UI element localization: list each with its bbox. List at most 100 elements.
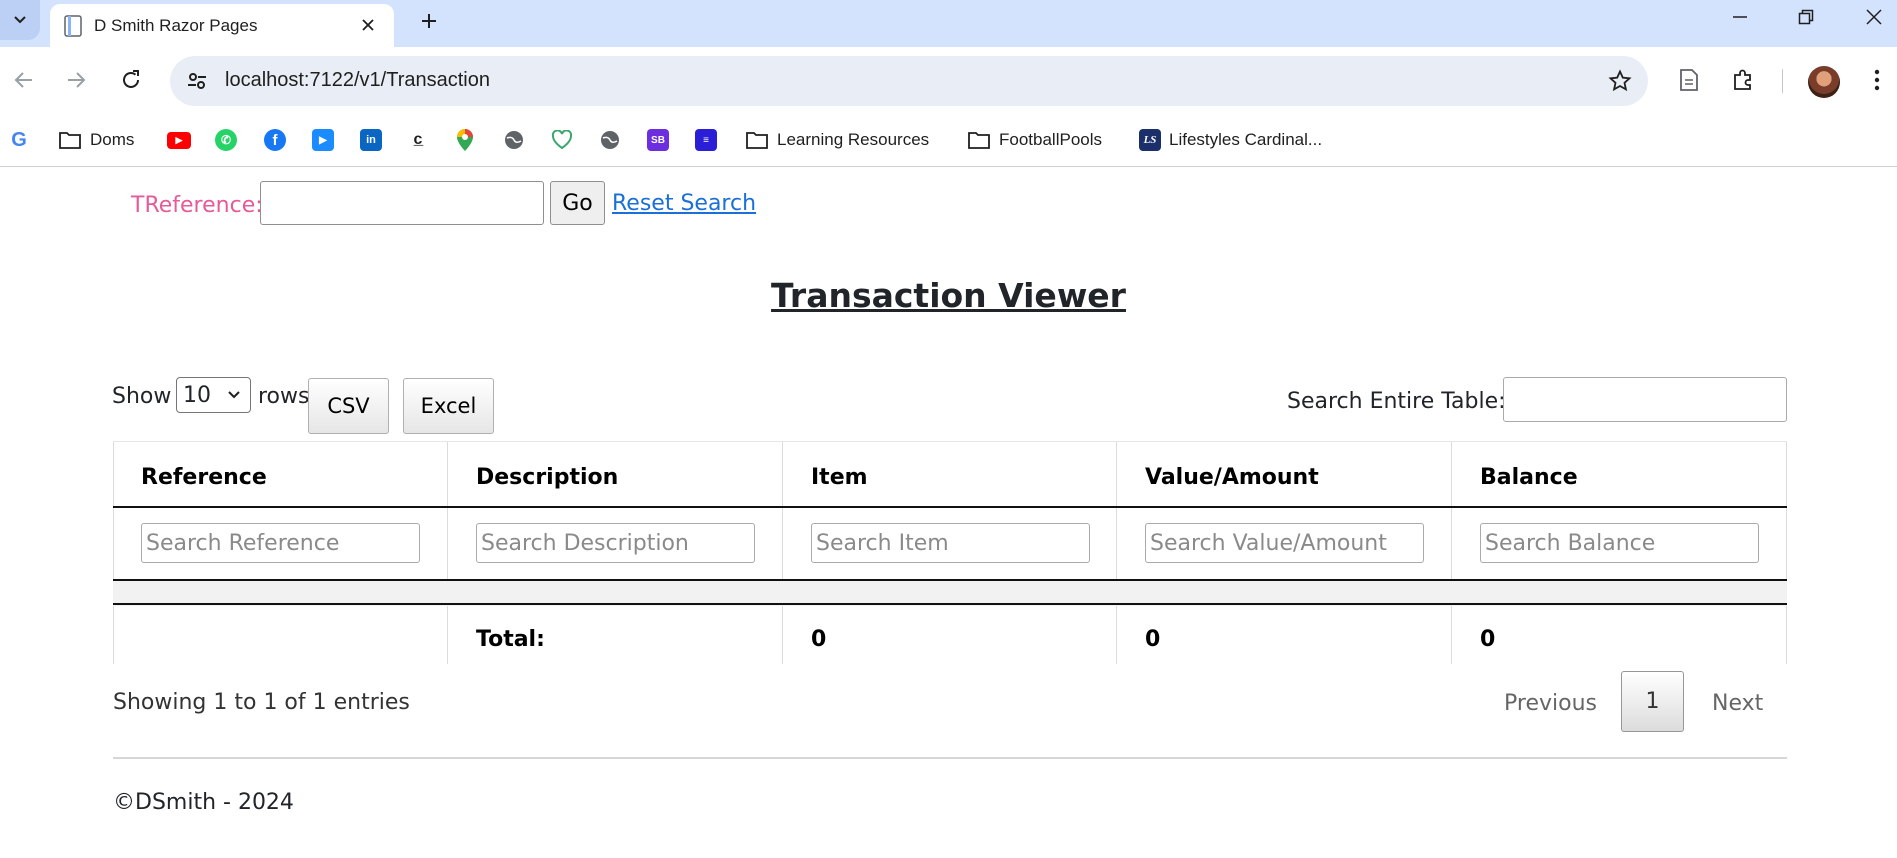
bookmark-heart[interactable] (551, 125, 573, 155)
search-item-input[interactable]: Search Item (811, 523, 1090, 563)
page-icon (64, 14, 82, 37)
column-header-description[interactable]: Description (476, 465, 618, 490)
globe-icon (505, 131, 523, 149)
column-divider (447, 441, 448, 664)
close-icon (1866, 9, 1882, 25)
table-info: Showing 1 to 1 of 1 entries (113, 690, 410, 715)
bookmark-sb[interactable]: SB (647, 125, 669, 155)
search-value-amount-input[interactable]: Search Value/Amount (1145, 523, 1424, 563)
minimize-button[interactable] (1710, 0, 1770, 34)
reading-mode-button[interactable] (1672, 63, 1706, 97)
bookmark-learning-resources[interactable]: Learning Resources (745, 125, 929, 155)
bookmark-google[interactable]: G (8, 125, 30, 155)
bookmark-doms[interactable]: Doms (58, 125, 134, 155)
new-tab-button[interactable] (414, 6, 444, 36)
browser-tab[interactable]: D Smith Razor Pages (50, 4, 394, 47)
header-bottom-border (113, 506, 1787, 508)
total-label: Total: (476, 627, 545, 652)
total-item: 0 (811, 627, 827, 652)
back-button[interactable] (6, 62, 42, 98)
maps-icon (457, 129, 473, 151)
rows-label: rows (258, 384, 310, 409)
column-header-balance[interactable]: Balance (1480, 465, 1578, 490)
bookmark-lifestyles-cardinal[interactable]: LS Lifestyles Cardinal... (1139, 125, 1322, 155)
tune-icon (188, 73, 206, 89)
document-icon (1680, 69, 1698, 91)
bookmark-globe[interactable] (503, 125, 525, 155)
star-icon (1608, 69, 1632, 92)
forward-button[interactable] (58, 62, 94, 98)
sb-icon: SB (647, 129, 669, 151)
page-1-button[interactable]: 1 (1621, 671, 1684, 732)
bookmark-play[interactable]: ▶ (312, 125, 334, 155)
browser-tabstrip: D Smith Razor Pages (0, 0, 1897, 47)
bookmark-footballpools[interactable]: FootballPools (967, 125, 1102, 155)
restore-icon (1798, 9, 1814, 25)
browser-toolbar: localhost:7122/v1/Transaction (0, 47, 1897, 115)
plus-icon (422, 14, 436, 28)
column-divider (1786, 441, 1787, 664)
treference-input[interactable] (260, 181, 544, 225)
minimize-icon (1733, 16, 1747, 18)
reload-button[interactable] (113, 62, 149, 98)
page-title: Transaction Viewer (771, 276, 1126, 315)
whatsapp-icon: ✆ (215, 129, 237, 151)
grid-icon: ≡ (695, 129, 717, 151)
tab-title: D Smith Razor Pages (94, 15, 258, 35)
row-border (113, 579, 1787, 581)
profile-avatar[interactable] (1808, 66, 1840, 98)
excel-button[interactable]: Excel (403, 378, 494, 434)
search-balance-input[interactable]: Search Balance (1480, 523, 1759, 563)
total-value-amount: 0 (1145, 627, 1161, 652)
column-header-reference[interactable]: Reference (141, 465, 267, 490)
bookmark-label: Doms (90, 130, 135, 149)
close-window-button[interactable] (1844, 0, 1897, 34)
bookmark-globe-2[interactable] (599, 125, 621, 155)
tab-close-button[interactable] (358, 15, 378, 35)
linkedin-icon: in (360, 129, 382, 151)
puzzle-icon (1734, 69, 1751, 90)
search-description-input[interactable]: Search Description (476, 523, 755, 563)
play-icon: ▶ (312, 129, 334, 151)
rows-per-page-select[interactable]: 10 (176, 377, 251, 413)
bookmark-codepen[interactable]: c̲ (407, 125, 429, 155)
search-table-label: Search Entire Table: (1287, 389, 1506, 414)
footer-divider (113, 757, 1787, 759)
bookmark-facebook[interactable]: f (264, 125, 286, 155)
restore-button[interactable] (1776, 0, 1836, 34)
search-reference-input[interactable]: Search Reference (141, 523, 420, 563)
column-header-item[interactable]: Item (811, 465, 868, 490)
table-top-border (113, 441, 1787, 442)
csv-button[interactable]: CSV (308, 378, 389, 434)
search-table-input[interactable] (1503, 377, 1787, 422)
menu-button[interactable] (1860, 63, 1894, 97)
next-page-button[interactable]: Next (1712, 691, 1763, 716)
url-text: localhost:7122/v1/Transaction (225, 69, 490, 91)
bookmark-whatsapp[interactable]: ✆ (215, 125, 237, 155)
chevron-down-icon (228, 391, 240, 399)
bookmark-star-button[interactable] (1606, 67, 1634, 95)
address-bar[interactable]: localhost:7122/v1/Transaction (170, 56, 1648, 106)
heart-icon (551, 130, 573, 150)
reset-search-link[interactable]: Reset Search (612, 191, 756, 216)
folder-icon (968, 132, 990, 149)
arrow-right-icon (68, 72, 86, 88)
chevron-down-icon (14, 16, 26, 24)
total-balance: 0 (1480, 627, 1496, 652)
tab-search-button[interactable] (0, 0, 40, 40)
show-label: Show (112, 384, 172, 409)
bookmark-maps[interactable] (455, 125, 475, 155)
site-info-button[interactable] (182, 66, 212, 96)
bookmark-youtube[interactable]: ▶ (167, 125, 191, 155)
go-button[interactable]: Go (550, 181, 605, 225)
column-header-value-amount[interactable]: Value/Amount (1145, 465, 1319, 490)
toolbar-divider (1782, 69, 1783, 93)
transactions-table: Reference Description Item Value/Amount … (113, 441, 1787, 664)
bookmark-linkedin[interactable]: in (360, 125, 382, 155)
reload-icon (123, 70, 139, 88)
bookmark-label: Learning Resources (777, 130, 930, 149)
bookmark-grid[interactable]: ≡ (695, 125, 717, 155)
extensions-button[interactable] (1726, 63, 1760, 97)
kebab-menu-icon (1874, 69, 1880, 91)
previous-page-button[interactable]: Previous (1504, 691, 1597, 716)
